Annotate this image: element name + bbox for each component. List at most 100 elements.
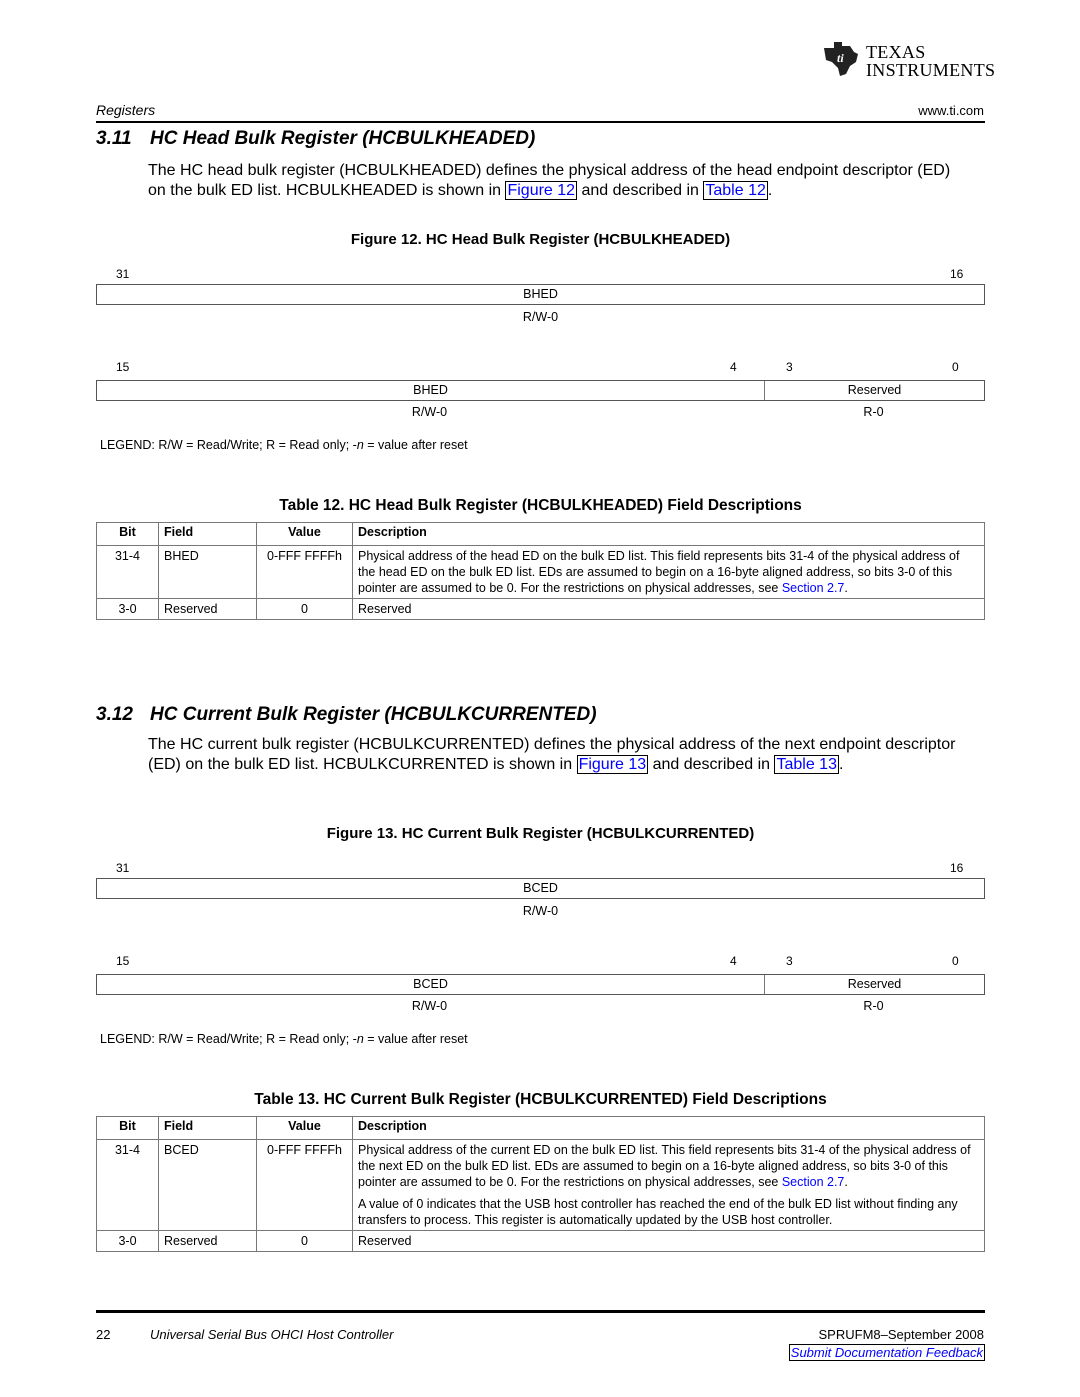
register-access-reserved: R-0 — [863, 999, 884, 1013]
figure-13-caption: Figure 13. HC Current Bulk Register (HCB… — [326, 825, 755, 842]
bit-label-3: 3 — [786, 954, 793, 968]
figure-13-link[interactable]: Figure 13 — [576, 755, 649, 774]
cell-value: 0 — [256, 598, 353, 620]
table-12-caption: Table 12. HC Head Bulk Register (HCBULKH… — [279, 497, 802, 514]
bit-label-15: 15 — [116, 954, 130, 968]
paragraph-text: . — [838, 756, 844, 773]
register-access-upper: R/W-0 — [522, 904, 559, 918]
register-field-bhed: BHED — [523, 287, 558, 301]
table-row: 3-0 Reserved 0 Reserved — [96, 1230, 985, 1252]
register-field-bced: BCED — [413, 977, 448, 991]
register-access-bced: R/W-0 — [411, 999, 448, 1013]
paragraph-text: and described in — [577, 182, 704, 199]
register-legend: LEGEND: R/W = Read/Write; R = Read only;… — [100, 1032, 468, 1046]
figure-12-caption: Figure 12. HC Head Bulk Register (HCBULK… — [350, 231, 731, 248]
table-row: 31-4 BHED 0-FFF FFFFh Physical address o… — [96, 545, 985, 599]
bit-label-0: 0 — [952, 360, 959, 374]
ti-logo-icon: ti — [824, 42, 858, 76]
register-field-reserved: Reserved — [847, 383, 902, 397]
column-header-field: Field — [158, 522, 257, 546]
register-access-bhed: R/W-0 — [411, 405, 448, 419]
legend-text: = value after reset — [363, 438, 468, 452]
legend-text: LEGEND: R/W = Read/Write; R = Read only;… — [100, 438, 357, 452]
register-legend: LEGEND: R/W = Read/Write; R = Read only;… — [100, 438, 468, 452]
cell-field: Reserved — [158, 598, 257, 620]
register-field-bhed: BHED — [413, 383, 448, 397]
bit-label-0: 0 — [952, 954, 959, 968]
cell-value: 0-FFF FFFFh — [256, 1139, 353, 1231]
column-header-field: Field — [158, 1116, 257, 1140]
document-title: Universal Serial Bus OHCI Host Controlle… — [150, 1327, 394, 1342]
ti-logo: ti Texas Instruments — [820, 40, 995, 80]
figure-12-link[interactable]: Figure 12 — [505, 181, 578, 200]
running-header-section: Registers — [96, 102, 156, 118]
table-header-row: Bit Field Value Description — [96, 1116, 985, 1140]
running-header-url: www.ti.com — [918, 103, 984, 118]
bit-label-3: 3 — [786, 360, 793, 374]
column-header-bit: Bit — [96, 522, 159, 546]
bit-label-31: 31 — [116, 861, 130, 875]
cell-bit: 3-0 — [96, 598, 159, 620]
cell-bit: 31-4 — [96, 545, 159, 599]
cell-bit: 3-0 — [96, 1230, 159, 1252]
page-number: 22 — [96, 1327, 111, 1342]
legend-text: n — [356, 438, 364, 452]
description-paragraph: Physical address of the current ED on th… — [358, 1142, 979, 1190]
column-header-description: Description — [352, 1116, 985, 1140]
register-row-upper: BCED — [96, 878, 985, 899]
cell-description: Physical address of the current ED on th… — [352, 1139, 985, 1231]
legend-text: LEGEND: R/W = Read/Write; R = Read only;… — [100, 1032, 357, 1046]
table-header-row: Bit Field Value Description — [96, 522, 985, 546]
section-number: 3.12 — [96, 704, 133, 725]
register-field-bced: BCED — [523, 881, 558, 895]
cell-field: Reserved — [158, 1230, 257, 1252]
description-text: . — [844, 581, 848, 595]
bit-label-15: 15 — [116, 360, 130, 374]
bit-label-4: 4 — [730, 954, 737, 968]
description-text: . — [844, 1175, 848, 1189]
table-row: 31-4 BCED 0-FFF FFFFh Physical address o… — [96, 1139, 985, 1231]
section-heading-3-11: 3.11 HC Head Bulk Register (HCBULKHEADED) — [96, 128, 535, 150]
paragraph-text: . — [767, 182, 773, 199]
column-header-value: Value — [256, 522, 353, 546]
cell-description: Physical address of the head ED on the b… — [352, 545, 985, 599]
register-field-reserved: Reserved — [847, 977, 902, 991]
section-title: HC Head Bulk Register (HCBULKHEADED) — [150, 128, 536, 149]
section-2-7-link[interactable]: Section 2.7 — [782, 1175, 845, 1189]
cell-description: Reserved — [352, 1230, 985, 1252]
description-text: Physical address of the current ED on th… — [358, 1143, 971, 1189]
description-paragraph: A value of 0 indicates that the USB host… — [358, 1197, 958, 1227]
svg-text:ti: ti — [837, 51, 844, 65]
header-rule — [96, 121, 985, 123]
description-text: Physical address of the head ED on the b… — [358, 549, 960, 595]
cell-field: BHED — [158, 545, 257, 599]
register-access-reserved: R-0 — [863, 405, 884, 419]
section-paragraph: The HC current bulk register (HCBULKCURR… — [148, 735, 968, 775]
cell-description: Reserved — [352, 598, 985, 620]
paragraph-text: and described in — [648, 756, 775, 773]
cell-bit: 31-4 — [96, 1139, 159, 1231]
legend-text: = value after reset — [363, 1032, 468, 1046]
cell-value: 0 — [256, 1230, 353, 1252]
table-13-caption: Table 13. HC Current Bulk Register (HCBU… — [254, 1091, 827, 1108]
register-row-upper: BHED — [96, 284, 985, 305]
register-row-lower: BHED Reserved — [96, 380, 985, 401]
table-13-link[interactable]: Table 13 — [774, 755, 839, 774]
section-number: 3.11 — [96, 128, 132, 149]
document-id: SPRUFM8–September 2008 — [818, 1327, 984, 1342]
field-description-table-12: Bit Field Value Description 31-4 BHED 0-… — [96, 522, 985, 620]
bit-label-31: 31 — [116, 267, 130, 281]
section-paragraph: The HC head bulk register (HCBULKHEADED)… — [148, 161, 968, 201]
section-2-7-link[interactable]: Section 2.7 — [782, 581, 845, 595]
footer-rule — [96, 1310, 985, 1313]
section-title: HC Current Bulk Register (HCBULKCURRENTE… — [150, 704, 597, 725]
register-row-lower: BCED Reserved — [96, 974, 985, 995]
table-12-link[interactable]: Table 12 — [703, 181, 768, 200]
cell-value: 0-FFF FFFFh — [256, 545, 353, 599]
submit-feedback-link[interactable]: Submit Documentation Feedback — [788, 1344, 985, 1361]
bit-label-4: 4 — [730, 360, 737, 374]
bit-label-16: 16 — [950, 267, 964, 281]
logo-text-instruments: Instruments — [866, 60, 996, 80]
bit-label-16: 16 — [950, 861, 964, 875]
register-access-upper: R/W-0 — [522, 310, 559, 324]
